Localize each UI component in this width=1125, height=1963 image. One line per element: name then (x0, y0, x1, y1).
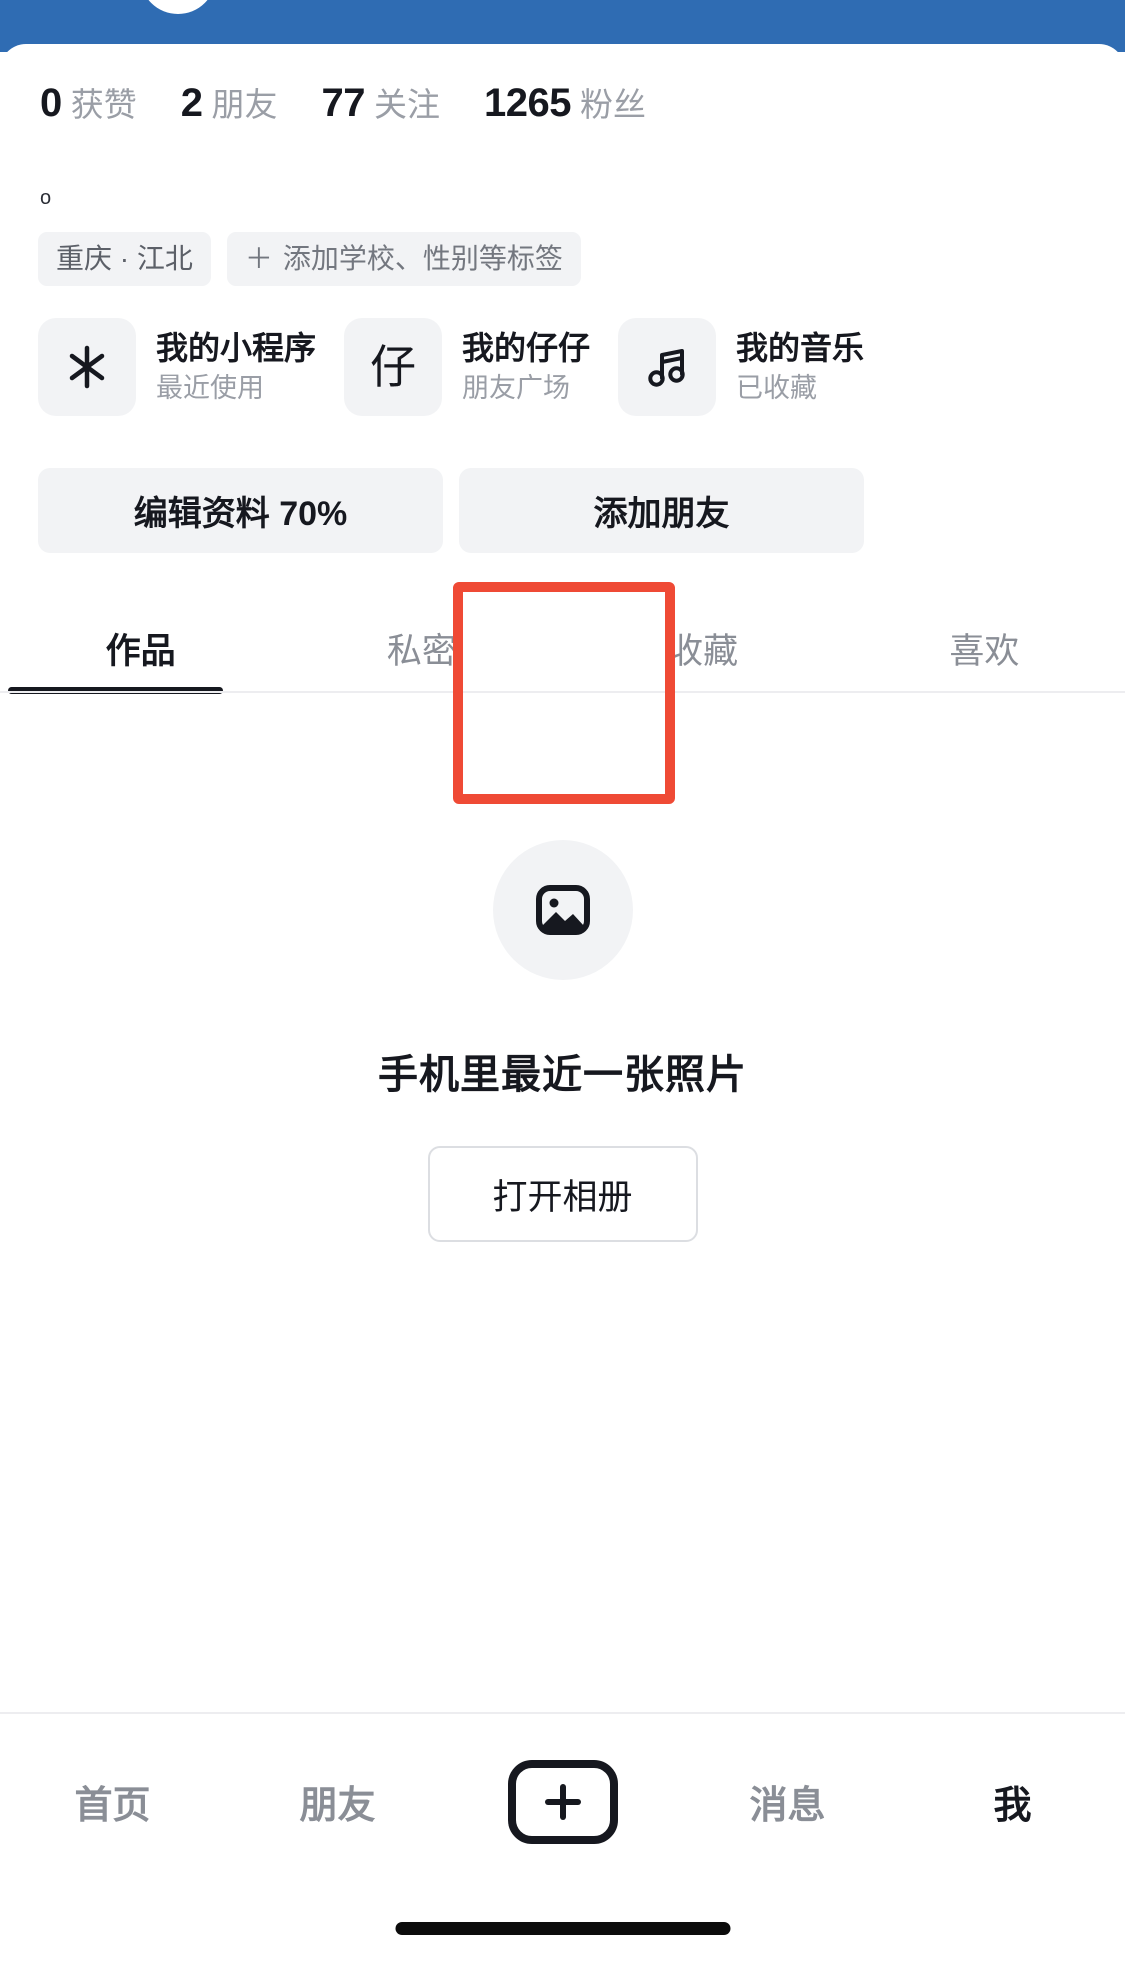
tab-label: 私密 (386, 631, 457, 671)
nav-item-me[interactable]: 我 (900, 1774, 1125, 1829)
nav-item-label: 首页 (74, 1785, 151, 1827)
nav-item-label: 消息 (749, 1785, 826, 1827)
mini-app-card-miniprogram[interactable]: 我的小程序 最近使用 (38, 318, 316, 416)
stat-label: 朋友 (211, 86, 278, 123)
tab-private[interactable]: 私密 (281, 600, 562, 696)
zaizai-glyph: 仔 (370, 341, 417, 393)
nav-item-friends[interactable]: 朋友 (225, 1774, 450, 1829)
stat-value: 0 (40, 81, 62, 125)
mini-app-title: 我的音乐 (736, 329, 865, 366)
add-friend-button[interactable]: 添加朋友 (459, 468, 864, 553)
tab-label: 喜欢 (949, 631, 1020, 671)
tab-collection[interactable]: 收藏 (563, 600, 844, 696)
nav-item-label: 我 (993, 1785, 1032, 1827)
mini-app-subtitle: 最近使用 (156, 372, 264, 403)
image-icon (492, 840, 633, 980)
music-note-icon (618, 318, 717, 416)
edit-profile-button[interactable]: 编辑资料 70% (38, 468, 443, 553)
home-indicator (395, 1922, 730, 1935)
tab-bar-divider (0, 691, 1125, 693)
tab-label: 作品 (105, 631, 176, 671)
stat-value: 77 (321, 81, 366, 125)
profile-tab-bar: 作品 私密 收藏 喜欢 (0, 600, 1125, 696)
tag-chip-location[interactable]: 重庆 · 江北 (38, 232, 211, 286)
stat-likes[interactable]: 0 获赞 (40, 78, 137, 126)
avatar[interactable] (140, 0, 216, 14)
mini-app-subtitle: 朋友广场 (462, 372, 571, 403)
tab-label: 收藏 (668, 631, 739, 671)
bio-text[interactable]: o (40, 188, 51, 208)
tag-chip-row: 重庆 · 江北 ＋ 添加学校、性别等标签 (38, 232, 581, 286)
stat-label: 关注 (374, 86, 440, 123)
zaizai-icon: 仔 (344, 318, 443, 416)
open-album-button[interactable]: 打开相册 (427, 1146, 698, 1242)
stat-followers[interactable]: 1265 粉丝 (484, 78, 646, 126)
tab-works[interactable]: 作品 (0, 600, 281, 696)
mini-app-subtitle: 已收藏 (736, 372, 818, 403)
stat-following[interactable]: 77 关注 (322, 78, 441, 126)
stats-row: 0 获赞 2 朋友 77 关注 1265 粉丝 (40, 78, 646, 126)
stat-value: 2 (180, 81, 203, 125)
stat-label: 粉丝 (579, 86, 646, 123)
empty-state: 手机里最近一张照片 打开相册 (0, 840, 1125, 1242)
plus-icon: ＋ (244, 243, 273, 274)
stat-friends[interactable]: 2 朋友 (181, 78, 278, 126)
tag-chip-label: 重庆 · 江北 (56, 243, 193, 274)
tag-chip-label: 添加学校、性别等标签 (282, 243, 563, 274)
tag-chip-add[interactable]: ＋ 添加学校、性别等标签 (226, 232, 581, 286)
empty-state-title: 手机里最近一张照片 (378, 1053, 747, 1097)
nav-item-home[interactable]: 首页 (0, 1774, 225, 1829)
profile-action-row: 编辑资料 70% 添加朋友 (38, 468, 864, 553)
plus-icon (507, 1759, 618, 1844)
mini-app-title: 我的小程序 (156, 329, 317, 366)
nav-item-create[interactable] (450, 1759, 675, 1844)
mini-app-card-row: 我的小程序 最近使用 仔 我的仔仔 朋友广场 我的音乐 已收藏 (38, 318, 1125, 416)
nav-item-messages[interactable]: 消息 (675, 1774, 900, 1829)
mini-app-card-zaizai[interactable]: 仔 我的仔仔 朋友广场 (344, 318, 590, 416)
stat-value: 1265 (484, 81, 571, 125)
bottom-navigation-bar: 首页 朋友 消息 我 (0, 1714, 1125, 1889)
stat-label: 获赞 (70, 86, 137, 123)
tab-likes[interactable]: 喜欢 (844, 600, 1125, 696)
mini-app-title: 我的仔仔 (462, 329, 591, 366)
mini-app-card-music[interactable]: 我的音乐 已收藏 (618, 318, 864, 416)
asterisk-icon (38, 318, 136, 416)
nav-item-label: 朋友 (299, 1785, 376, 1827)
profile-screen: 0 获赞 2 朋友 77 关注 1265 粉丝 o 重庆 · 江北 ＋ 添加学校、… (0, 0, 1125, 1963)
